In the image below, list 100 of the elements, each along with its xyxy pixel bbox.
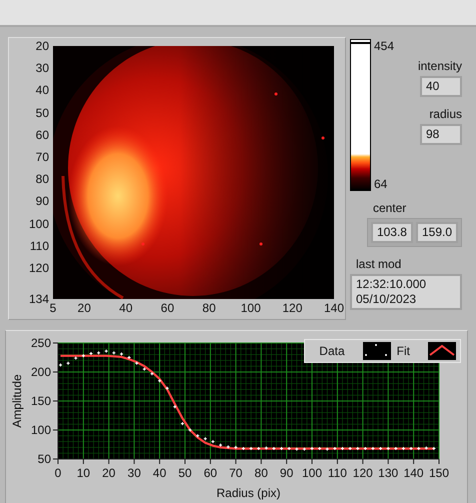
axis-tick-label: 250 xyxy=(30,336,51,350)
axis-tick-label: 80 xyxy=(202,302,216,315)
data-point xyxy=(294,447,299,452)
data-point xyxy=(74,356,78,360)
scale-min-label: 64 xyxy=(374,177,388,191)
axis-tick-label: 40 xyxy=(36,84,49,96)
axis-tick-label: 60 xyxy=(160,302,174,315)
indicator-field: 159.0 xyxy=(416,222,458,243)
indicator-field: 40 xyxy=(420,76,462,97)
data-point xyxy=(226,444,230,449)
data-point xyxy=(172,404,177,409)
axis-tick-label: 150 xyxy=(30,394,51,408)
indicator-field: 12:32:10.000 05/10/2023 xyxy=(350,274,462,310)
axis-tick-label: 100 xyxy=(30,423,51,437)
axis-tick-label: 140 xyxy=(404,466,424,480)
data-point xyxy=(96,350,101,355)
axis-tick-label: 30 xyxy=(36,62,49,74)
data-point xyxy=(58,363,63,368)
data-point xyxy=(302,447,306,452)
axis-tick-label: 50 xyxy=(38,452,51,466)
axis-tick-label: 70 xyxy=(36,150,49,163)
axis-tick-label: 120 xyxy=(352,466,373,480)
data-point xyxy=(363,446,368,451)
data-point xyxy=(370,446,375,451)
axis-tick-label: 40 xyxy=(152,466,166,480)
data-point xyxy=(272,446,276,451)
legend-label: Fit xyxy=(396,344,410,358)
axis-tick-label: 200 xyxy=(30,365,51,379)
legend-label: Data xyxy=(319,344,345,358)
axis-tick-label: 100 xyxy=(28,218,49,230)
data-point xyxy=(401,446,406,451)
data-point xyxy=(280,446,284,451)
data-point xyxy=(287,446,292,451)
axis-tick-label: 110 xyxy=(328,466,347,480)
axis-tick-label: 5 xyxy=(50,302,56,315)
axis-tick-label: 20 xyxy=(78,302,91,315)
data-point xyxy=(158,378,162,383)
axis-tick-label: 100 xyxy=(240,302,261,315)
data-point xyxy=(340,446,344,451)
data-point xyxy=(348,446,352,451)
data-point xyxy=(416,446,421,451)
axis-tick-label: 20 xyxy=(102,466,116,480)
indicator-field: 103.8 xyxy=(370,222,413,243)
data-point xyxy=(432,446,436,451)
legend-points-icon xyxy=(362,342,391,360)
data-point xyxy=(188,428,192,432)
data-point xyxy=(165,386,170,390)
axis-tick-label: 110 xyxy=(30,240,49,252)
axis-tick-label: 150 xyxy=(428,466,450,480)
axis-tick-label: 120 xyxy=(28,262,49,274)
axis-tick-label: 50 xyxy=(36,106,49,119)
axis-tick-label: 90 xyxy=(280,466,294,480)
y-axis-title: Amplitude xyxy=(10,374,24,428)
data-point xyxy=(127,356,132,360)
data-point xyxy=(264,446,268,450)
data-point xyxy=(150,372,154,376)
axis-tick-label: 140 xyxy=(324,302,344,315)
data-point xyxy=(409,446,414,451)
indicator-field: 98 xyxy=(420,124,462,145)
axis-tick-label: 60 xyxy=(204,466,218,480)
data-point xyxy=(378,446,383,451)
data-point xyxy=(203,436,208,441)
axis-tick-label: 80 xyxy=(254,466,268,480)
indicator-label: center xyxy=(372,201,406,215)
indicator-label: intensity xyxy=(416,59,462,73)
axis-tick-label: 30 xyxy=(128,466,141,480)
axis-tick-label: 100 xyxy=(302,466,322,480)
data-point xyxy=(256,446,261,451)
axis-tick-label: 60 xyxy=(36,128,49,141)
axis-tick-label: 70 xyxy=(229,466,242,480)
axis-tick-label: 10 xyxy=(76,466,90,480)
axis-tick-label: 134 xyxy=(28,293,49,305)
axis-tick-label: 40 xyxy=(119,302,133,315)
data-point xyxy=(234,445,238,450)
data-point xyxy=(134,361,139,366)
data-point xyxy=(180,422,184,426)
axis-tick-label: 90 xyxy=(36,195,49,208)
axis-tick-label: 50 xyxy=(178,466,192,480)
data-point xyxy=(424,446,428,450)
data-point xyxy=(81,354,86,358)
data-point xyxy=(112,350,116,355)
data-point xyxy=(218,443,223,448)
data-point xyxy=(249,446,254,451)
data-point xyxy=(120,352,124,356)
axis-tick-label: 0 xyxy=(54,466,62,480)
data-point xyxy=(89,351,94,356)
data-point xyxy=(394,446,398,451)
data-point xyxy=(241,446,246,451)
data-point xyxy=(210,440,215,444)
data-point xyxy=(142,367,146,372)
axis-tick-label: 130 xyxy=(378,466,398,480)
data-point xyxy=(196,434,200,438)
x-axis-title: Radius (pix) xyxy=(216,486,281,500)
axis-tick-label: 80 xyxy=(36,173,49,186)
indicator-label: radius xyxy=(428,107,462,121)
axis-tick-label: 20 xyxy=(36,40,49,52)
data-point xyxy=(104,349,108,354)
data-point xyxy=(310,446,314,451)
data-point xyxy=(325,447,330,452)
data-point xyxy=(66,361,70,366)
